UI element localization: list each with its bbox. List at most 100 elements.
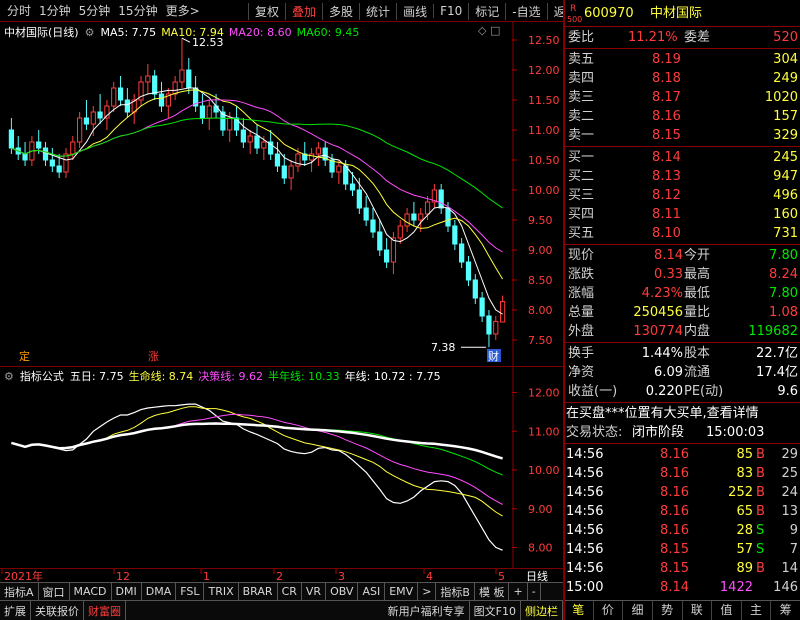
indicator-tab-4[interactable]: DMA: [142, 583, 177, 600]
tick-price-0: 8.16: [660, 447, 689, 462]
settings-icon[interactable]: ⚙: [85, 26, 95, 39]
indicator-settings-icon[interactable]: ⚙: [4, 370, 14, 383]
period-tab-4[interactable]: 更多>: [163, 2, 203, 19]
weibi-value: 11.21%: [628, 30, 678, 45]
kline-chart[interactable]: 12.50 12.00 11.50 11.00 10.50 10.00 9.50 9.00 8.…: [0, 22, 563, 366]
indicator-tab-15[interactable]: 模 板: [475, 583, 510, 600]
indicator-tab-10[interactable]: OBV: [326, 583, 359, 600]
panel-tab-6[interactable]: 主: [742, 601, 772, 620]
bid-price-3: 8.11: [652, 207, 681, 222]
tick-vol-7: 1422: [719, 580, 753, 595]
period-label[interactable]: 日线: [526, 569, 548, 583]
bid-vol-0: 245: [773, 150, 798, 165]
candle-body: [445, 207, 451, 227]
notice-text: 在买盘***位置有大买单,查看详情: [566, 406, 759, 421]
indicator-svg[interactable]: 12.00 11.00 10.00 9.00 8.00: [0, 367, 563, 569]
extension-right-tab-2[interactable]: 侧边栏: [521, 601, 563, 620]
indicator-tab-5[interactable]: FSL: [176, 583, 205, 600]
tick-count-2: 24: [781, 485, 798, 500]
chart-window-icons[interactable]: ◇ □: [478, 24, 500, 37]
indicator-tab-6[interactable]: TRIX: [204, 583, 239, 600]
indicator-tab-1[interactable]: 窗口: [39, 583, 70, 600]
tick-count-4: 9: [789, 523, 798, 538]
period-tab-1[interactable]: 1分钟: [36, 2, 74, 19]
indicator-header: ⚙ 指标公式 五日: 7.75 生命线: 8.74 决策线: 9.62 半年线: 10…: [4, 368, 441, 384]
tick-count-1: 25: [781, 466, 798, 481]
tick-side-5: S: [756, 542, 765, 557]
indicator-tab-9[interactable]: VR: [302, 583, 327, 600]
indicator-tab-17[interactable]: -: [528, 583, 541, 600]
period-tab-0[interactable]: 分时: [4, 2, 34, 19]
panel-tab-7[interactable]: 筹: [771, 601, 800, 620]
period-tab-2[interactable]: 5分钟: [76, 2, 114, 19]
function-tab-6[interactable]: 标记: [468, 2, 505, 20]
indicator-tab-16[interactable]: +: [509, 583, 528, 600]
extension-tab-1[interactable]: 关联报价: [31, 601, 84, 620]
indicator-tab-8[interactable]: CR: [278, 583, 302, 600]
weicha-label: 委差: [684, 30, 711, 45]
candle-body: [274, 153, 281, 167]
candle-body: [254, 135, 260, 149]
indicator-tab-13[interactable]: >: [418, 583, 437, 600]
candle-body: [240, 129, 246, 143]
indicator-tab-11[interactable]: ASI: [358, 583, 386, 600]
panel-divider: [564, 342, 800, 343]
indicator-tab-2[interactable]: MACD: [70, 583, 112, 600]
stat-label-b-2: 最低: [684, 286, 711, 301]
tick-row-6: 14:56 8.15 89 B 14: [564, 559, 800, 578]
badge-cai[interactable]: 财: [488, 349, 499, 363]
function-tab-4[interactable]: 画线: [396, 2, 433, 20]
panel-tab-5[interactable]: 值: [712, 601, 742, 620]
indicator-tab-3[interactable]: DMI: [112, 583, 142, 600]
notice-row[interactable]: 在买盘***位置有大买单,查看详情: [564, 404, 800, 423]
panel-tab-2[interactable]: 细: [623, 601, 653, 620]
function-tab-3[interactable]: 统计: [359, 2, 396, 20]
panel-tab-0[interactable]: 笔: [564, 601, 594, 620]
function-tab-5[interactable]: F10: [433, 4, 468, 18]
indicator-tab-14[interactable]: 指标B: [436, 583, 475, 600]
candle-body: [493, 320, 499, 335]
stat-label-b-4: 内盘: [684, 324, 711, 339]
stat2-value-a-0: 1.44%: [641, 346, 683, 361]
stat2-label-a-0: 换手: [568, 346, 595, 361]
indicator-tab-12[interactable]: EMV: [385, 583, 419, 600]
tick-vol-3: 65: [736, 504, 753, 519]
y-tick-label-6: 9.50: [528, 214, 553, 227]
function-tab-0[interactable]: 复权: [248, 2, 285, 20]
extension-right-tab-1[interactable]: 图文F10: [470, 601, 521, 620]
extension-tab-0[interactable]: 扩展: [0, 601, 31, 620]
bid-price-4: 8.10: [652, 226, 681, 241]
stat-label-a-2: 涨幅: [568, 286, 595, 301]
stat-label-b-0: 今开: [684, 248, 711, 263]
panel-tab-4[interactable]: 联: [683, 601, 713, 620]
bid-price-0: 8.14: [652, 150, 681, 165]
stat-value-b-4: 119682: [748, 324, 798, 339]
function-tab-2[interactable]: 多股: [322, 2, 359, 20]
badge-ding[interactable]: 定: [19, 349, 30, 363]
bid-vol-1: 947: [773, 169, 798, 184]
indicator-tab-7[interactable]: BRAR: [239, 583, 278, 600]
candle-body: [213, 105, 219, 113]
extension-tab-2[interactable]: 财富圈: [84, 601, 126, 620]
kline-header: 中材国际(日线) ⚙ MA5: 7.75 MA10: 7.94 MA20: 8.60…: [4, 24, 359, 40]
indicator-chart[interactable]: 12.00 11.00 10.00 9.00 8.00 ⚙ 指标公式 五日: 7.75 生…: [0, 366, 563, 569]
panel-tab-3[interactable]: 势: [653, 601, 683, 620]
function-tab-1[interactable]: 叠加: [285, 2, 322, 20]
panel-tab-1[interactable]: 价: [594, 601, 624, 620]
tick-side-2: B: [756, 485, 765, 500]
tick-time-4: 14:56: [566, 523, 604, 538]
candle-body: [452, 225, 458, 245]
tick-count-3: 13: [781, 504, 798, 519]
candle-body: [472, 279, 478, 299]
indicator-tab-0[interactable]: 指标A: [0, 583, 39, 600]
extension-right-tab-0[interactable]: 新用户福利专享: [384, 601, 470, 620]
candle-body: [404, 213, 410, 227]
ask-vol-2: 1020: [764, 90, 798, 105]
function-tab-7[interactable]: -自选: [505, 2, 546, 20]
badge-zhang[interactable]: 涨: [148, 350, 159, 363]
tick-row-4: 14:56 8.16 28 S 9: [564, 521, 800, 540]
kline-svg[interactable]: 12.50 12.00 11.50 11.00 10.50 10.00 9.50 9.00 8.…: [0, 22, 563, 366]
period-tab-3[interactable]: 15分钟: [115, 2, 160, 19]
indicator-title[interactable]: 指标公式: [20, 368, 64, 384]
candle-body: [179, 69, 185, 83]
